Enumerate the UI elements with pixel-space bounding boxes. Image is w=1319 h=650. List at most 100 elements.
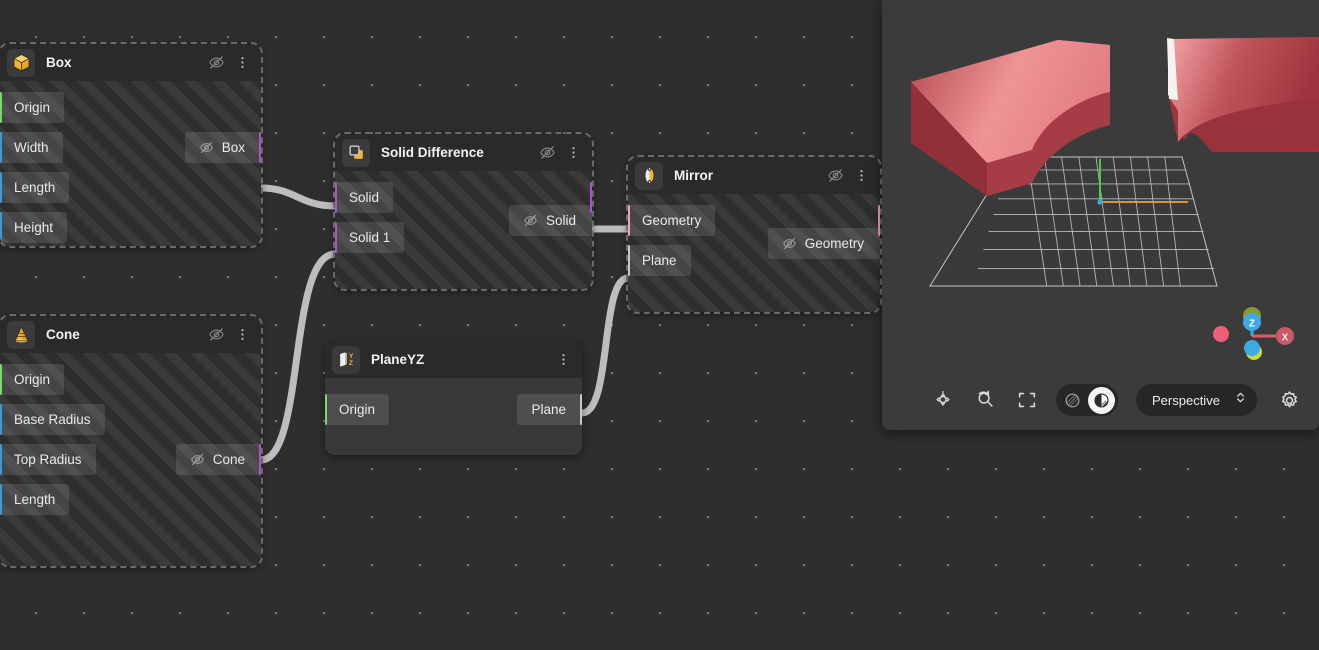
- axis-gizmo[interactable]: X Y Z: [1207, 296, 1297, 372]
- input-port-solid-1[interactable]: [335, 222, 337, 253]
- 3d-viewport[interactable]: X Y Z: [882, 0, 1319, 430]
- scene-origin-marker: [1097, 199, 1102, 204]
- port-row-top-radius[interactable]: Top Radius Cone: [0, 444, 261, 475]
- input-port-base-radius[interactable]: [0, 404, 2, 435]
- eye-off-icon[interactable]: [199, 140, 214, 155]
- input-port-length[interactable]: [0, 484, 2, 515]
- node-cone[interactable]: Cone Origin Base Radius: [0, 316, 261, 566]
- input-port-origin[interactable]: [325, 394, 327, 425]
- node-solid-difference[interactable]: Solid Difference Solid: [335, 134, 592, 289]
- node-solid-difference-header[interactable]: Solid Difference: [335, 134, 592, 171]
- output-pill-plane[interactable]: Plane: [517, 394, 582, 425]
- node-mirror[interactable]: Mirror Geometry: [628, 157, 880, 312]
- visibility-toggle-icon[interactable]: [203, 322, 229, 348]
- fit-to-view-icon[interactable]: [1014, 387, 1040, 413]
- port-row-length[interactable]: Length: [0, 172, 261, 203]
- wire-plane-to-plane: [582, 278, 628, 413]
- cone-icon: [7, 321, 35, 349]
- node-solid-difference-body: Solid Solid Solid 1: [335, 171, 592, 289]
- projection-dropdown[interactable]: Perspective: [1136, 384, 1257, 416]
- svg-text:Z: Z: [348, 360, 352, 367]
- node-mirror-body: Geometry Geometry Plane: [628, 194, 880, 312]
- output-label-plane: Plane: [531, 402, 566, 417]
- port-row-base-radius[interactable]: Base Radius: [0, 404, 261, 435]
- input-port-top-radius[interactable]: [0, 444, 2, 475]
- node-menu-icon[interactable]: [560, 140, 586, 166]
- gear-icon[interactable]: [1277, 387, 1303, 413]
- shading-mode-segmented-control[interactable]: [1056, 384, 1118, 416]
- input-port-geometry[interactable]: [628, 205, 630, 236]
- output-pill-cone[interactable]: Cone: [176, 444, 261, 475]
- input-port-width[interactable]: [0, 132, 2, 163]
- port-row-solid-1[interactable]: Solid 1: [335, 222, 592, 253]
- port-row-height[interactable]: Height: [0, 212, 261, 243]
- input-label-solid: Solid: [335, 182, 393, 213]
- wireframe-shading-icon[interactable]: [1059, 387, 1086, 414]
- gizmo-neg-z-handle: [1244, 340, 1260, 356]
- input-label-length: Length: [0, 484, 69, 515]
- node-planeyz-header[interactable]: Y Z PlaneYZ: [325, 341, 582, 378]
- gizmo-z-label: Z: [1249, 319, 1255, 330]
- port-row-plane[interactable]: Plane: [628, 245, 880, 276]
- port-row-origin[interactable]: Origin: [0, 364, 261, 395]
- input-label-geometry: Geometry: [628, 205, 715, 236]
- output-port-plane[interactable]: [580, 394, 582, 425]
- mirror-icon: [635, 162, 663, 190]
- port-row-length[interactable]: Length: [0, 484, 261, 515]
- output-pill-box[interactable]: Box: [185, 132, 261, 163]
- input-label-height: Height: [0, 212, 67, 243]
- shaded-shading-icon[interactable]: [1088, 387, 1115, 414]
- input-port-height[interactable]: [0, 212, 2, 243]
- node-menu-icon[interactable]: [848, 163, 874, 189]
- node-menu-icon[interactable]: [229, 322, 255, 348]
- port-row-geometry[interactable]: Geometry Geometry: [628, 205, 880, 236]
- node-planeyz-body: Origin Plane: [325, 378, 582, 455]
- node-menu-icon[interactable]: [229, 50, 255, 76]
- port-row-solid[interactable]: Solid Solid: [335, 182, 592, 213]
- input-label-width: Width: [0, 132, 63, 163]
- output-port-cone[interactable]: [259, 444, 261, 475]
- wire-cone-to-solid1: [261, 254, 335, 460]
- orbit-icon[interactable]: [930, 387, 956, 413]
- port-row-origin[interactable]: Origin: [0, 92, 261, 123]
- node-box-header[interactable]: Box: [0, 44, 261, 81]
- wire-box-to-solid: [261, 188, 335, 206]
- output-label-cone: Cone: [213, 452, 245, 467]
- visibility-toggle-icon[interactable]: [203, 50, 229, 76]
- output-port-geometry[interactable]: [878, 205, 880, 236]
- node-menu-icon[interactable]: [550, 347, 576, 373]
- projection-label: Perspective: [1152, 393, 1220, 408]
- input-label-length: Length: [0, 172, 69, 203]
- visibility-toggle-icon[interactable]: [534, 140, 560, 166]
- port-row-width[interactable]: Width Box: [0, 132, 261, 163]
- node-box-title: Box: [46, 55, 203, 70]
- node-planeyz-title: PlaneYZ: [371, 352, 550, 367]
- node-mirror-header[interactable]: Mirror: [628, 157, 880, 194]
- input-port-plane[interactable]: [628, 245, 630, 276]
- chevron-updown-icon[interactable]: [1234, 390, 1247, 410]
- node-mirror-title: Mirror: [674, 168, 822, 183]
- input-port-origin[interactable]: [0, 364, 2, 395]
- visibility-toggle-icon[interactable]: [822, 163, 848, 189]
- viewport-toolbar[interactable]: Perspective: [882, 378, 1319, 422]
- input-port-length[interactable]: [0, 172, 2, 203]
- solid-right: [1167, 37, 1319, 170]
- input-port-solid[interactable]: [335, 182, 337, 213]
- node-box-body: Origin Width Box Leng: [0, 81, 261, 246]
- zoom-rotate-icon[interactable]: [972, 387, 998, 413]
- node-box[interactable]: Box Origin Width: [0, 44, 261, 246]
- eye-off-icon[interactable]: [190, 452, 205, 467]
- cube-icon: [7, 49, 35, 77]
- output-port-solid[interactable]: [590, 182, 592, 213]
- gizmo-axis-z: Z: [1243, 313, 1261, 336]
- node-cone-header[interactable]: Cone: [0, 316, 261, 353]
- gizmo-x-label: X: [1282, 333, 1289, 344]
- gizmo-neg-x-handle: [1213, 326, 1229, 342]
- output-port-box[interactable]: [259, 132, 261, 163]
- output-label-box: Box: [222, 140, 245, 155]
- node-planeyz[interactable]: Y Z PlaneYZ Origin Plane: [325, 341, 582, 455]
- port-row-origin[interactable]: Origin Plane: [325, 394, 582, 425]
- svg-text:Y: Y: [348, 353, 353, 360]
- input-port-origin[interactable]: [0, 92, 2, 123]
- input-label-plane: Plane: [628, 245, 691, 276]
